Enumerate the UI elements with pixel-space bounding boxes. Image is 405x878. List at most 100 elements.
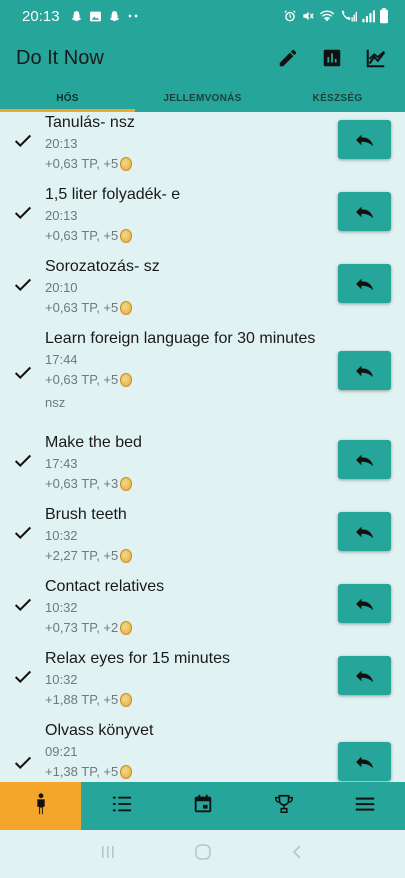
- tab-hos[interactable]: HŐS: [0, 84, 135, 112]
- item-reward: +0,63 TP, +5: [45, 300, 133, 315]
- list-item: 1,5 liter folyadék- e 20:13 +0,63 TP, +5: [0, 184, 405, 256]
- item-time: 17:44: [45, 352, 78, 367]
- reward-text: +2,27 TP, +5: [45, 548, 119, 563]
- reward-text: +0,63 TP, +5: [45, 156, 119, 171]
- home-icon[interactable]: [194, 843, 212, 866]
- checkmark-icon: [12, 362, 34, 384]
- list-item: Relax eyes for 15 minutes 10:32 +1,88 TP…: [0, 648, 405, 720]
- nav-hero[interactable]: [0, 782, 81, 830]
- reward-text: +1,88 TP, +5: [45, 692, 119, 707]
- list-item: Olvass könyvet 09:21 +1,38 TP, +5: [0, 720, 405, 782]
- reward-text: +0,63 TP, +5: [45, 372, 119, 387]
- item-title: Olvass könyvet: [45, 722, 154, 739]
- list-icon: [111, 794, 133, 819]
- coin-icon: [120, 156, 133, 171]
- battery-icon: [379, 8, 389, 24]
- item-title: Contact relatives: [45, 578, 165, 595]
- image-icon: [89, 10, 102, 23]
- undo-button[interactable]: [338, 351, 391, 390]
- item-reward: +0,63 TP, +3: [45, 476, 133, 491]
- item-reward: +0,63 TP, +5: [45, 372, 133, 387]
- app-title: Do It Now: [16, 46, 104, 69]
- bar-chart-icon[interactable]: [319, 45, 345, 71]
- coin-icon: [120, 476, 133, 491]
- recent-apps-icon[interactable]: [99, 843, 117, 866]
- nav-menu[interactable]: [324, 782, 405, 830]
- reward-text: +0,63 TP, +5: [45, 300, 119, 315]
- item-title: Tanulás- nsz: [45, 114, 135, 131]
- bottom-navigation: [0, 782, 405, 830]
- item-time: 10:32: [45, 528, 78, 543]
- nav-list[interactable]: [81, 782, 162, 830]
- nav-trophy[interactable]: [243, 782, 324, 830]
- snapchat-icon: [108, 10, 121, 23]
- list-item: Learn foreign language for 30 minutes 17…: [0, 328, 405, 432]
- trophy-icon: [273, 793, 295, 820]
- checkmark-icon: [12, 522, 34, 544]
- signal-icon: [361, 9, 375, 23]
- mute-icon: [301, 9, 315, 23]
- item-reward: +2,27 TP, +5: [45, 548, 133, 563]
- item-title: Sorozatozás- sz: [45, 258, 160, 275]
- system-navigation-bar: [0, 830, 405, 878]
- undo-button[interactable]: [338, 440, 391, 479]
- coin-icon: [120, 764, 133, 779]
- item-time: 10:32: [45, 600, 78, 615]
- checkmark-icon: [12, 666, 34, 688]
- checkmark-icon: [12, 274, 34, 296]
- checkmark-icon: [12, 450, 34, 472]
- coin-icon: [120, 692, 133, 707]
- menu-icon: [354, 795, 376, 818]
- back-icon[interactable]: [289, 843, 307, 866]
- list-item: Sorozatozás- sz 20:10 +0,63 TP, +5: [0, 256, 405, 328]
- item-time: 20:10: [45, 280, 78, 295]
- coin-icon: [120, 548, 133, 563]
- list-item: Contact relatives 10:32 +0,73 TP, +2: [0, 576, 405, 648]
- app-bar: Do It Now: [0, 32, 405, 84]
- item-title: Make the bed: [45, 434, 142, 451]
- reward-text: +1,38 TP, +5: [45, 764, 119, 779]
- reward-text: +0,63 TP, +5: [45, 228, 119, 243]
- item-reward: +0,63 TP, +5: [45, 228, 133, 243]
- undo-button[interactable]: [338, 264, 391, 303]
- tab-keszseg[interactable]: KÉSZSÉG: [270, 84, 405, 112]
- undo-button[interactable]: [338, 656, 391, 695]
- item-reward: +1,88 TP, +5: [45, 692, 133, 707]
- item-time: 20:13: [45, 136, 78, 151]
- calendar-icon: [192, 793, 214, 820]
- call-signal-icon: [339, 9, 357, 23]
- tab-jellemvonas[interactable]: JELLEMVONÁS: [135, 84, 270, 112]
- checkmark-icon: [12, 130, 34, 152]
- tab-bar: HŐS JELLEMVONÁS KÉSZSÉG: [0, 84, 405, 112]
- item-title: 1,5 liter folyadék- e: [45, 186, 181, 203]
- undo-button[interactable]: [338, 742, 391, 781]
- item-title: Learn foreign language for 30 minutes: [45, 330, 316, 347]
- item-note: nsz: [45, 395, 66, 410]
- edit-icon[interactable]: [275, 45, 301, 71]
- item-reward: +1,38 TP, +5: [45, 764, 133, 779]
- coin-icon: [120, 620, 133, 635]
- status-bar: 20:13: [0, 0, 405, 32]
- item-time: 10:32: [45, 672, 78, 687]
- item-reward: +0,73 TP, +2: [45, 620, 133, 635]
- undo-button[interactable]: [338, 512, 391, 551]
- person-icon: [33, 792, 49, 820]
- nav-calendar[interactable]: [162, 782, 243, 830]
- checkmark-icon: [12, 752, 34, 774]
- alarm-icon: [283, 9, 297, 23]
- coin-icon: [120, 228, 133, 243]
- checkmark-icon: [12, 202, 34, 224]
- reward-text: +0,63 TP, +3: [45, 476, 119, 491]
- snapchat-icon: [70, 10, 83, 23]
- checkmark-icon: [12, 594, 34, 616]
- coin-icon: [120, 372, 133, 387]
- item-time: 20:13: [45, 208, 78, 223]
- undo-button[interactable]: [338, 120, 391, 159]
- undo-button[interactable]: [338, 584, 391, 623]
- line-chart-icon[interactable]: [363, 45, 389, 71]
- item-time: 17:43: [45, 456, 78, 471]
- reward-text: +0,73 TP, +2: [45, 620, 119, 635]
- item-time: 09:21: [45, 744, 78, 759]
- undo-button[interactable]: [338, 192, 391, 231]
- completed-list: Tanulás- nsz 20:13 +0,63 TP, +5 1,5 lite…: [0, 112, 405, 782]
